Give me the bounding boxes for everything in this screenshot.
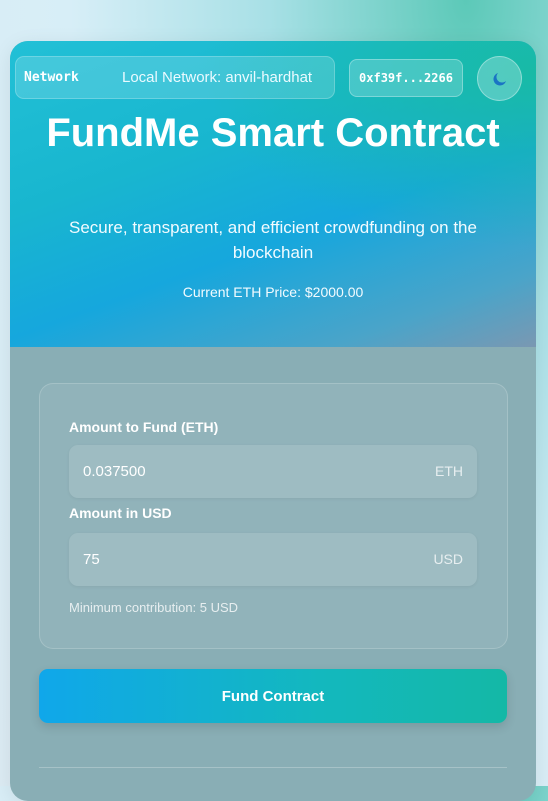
minimum-contribution-hint: Minimum contribution: 5 USD [69, 600, 239, 615]
usd-unit: USD [433, 551, 463, 567]
usd-amount-label: Amount in USD [69, 505, 172, 521]
network-indicator: Network Local Network: anvil-hardhat [15, 56, 335, 99]
usd-amount-field[interactable]: USD [69, 533, 477, 586]
moon-icon [491, 70, 509, 88]
eth-amount-label: Amount to Fund (ETH) [69, 419, 219, 435]
network-label: Network [24, 70, 79, 85]
network-value: Local Network: anvil-hardhat [122, 69, 313, 86]
fund-contract-button[interactable]: Fund Contract [39, 669, 507, 723]
page-subtitle: Secure, transparent, and efficient crowd… [69, 218, 477, 262]
eth-unit: ETH [435, 463, 463, 479]
page-title: FundMe Smart Contract [10, 111, 536, 155]
section-divider [39, 767, 507, 768]
eth-price: Current ETH Price: $2000.00 [182, 284, 364, 300]
theme-toggle-button[interactable] [477, 56, 522, 101]
page-title-text: FundMe Smart Contract [46, 111, 500, 155]
usd-amount-input[interactable] [83, 533, 383, 586]
hero-header: Network Local Network: anvil-hardhat 0xf… [10, 41, 536, 347]
eth-amount-field[interactable]: ETH [69, 445, 477, 498]
wallet-address-button[interactable]: 0xf39f...2266 [349, 59, 463, 97]
fund-form: Amount to Fund (ETH) ETH Amount in USD U… [39, 383, 508, 649]
eth-amount-input[interactable] [83, 445, 383, 498]
fundme-card: Network Local Network: anvil-hardhat 0xf… [10, 41, 536, 801]
